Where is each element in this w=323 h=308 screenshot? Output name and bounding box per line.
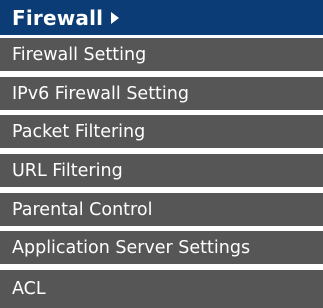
menu-item-label: URL Filtering — [12, 160, 123, 181]
menu-item-label: ACL — [12, 279, 46, 299]
menu-item-label: Firewall Setting — [12, 44, 147, 65]
menu-item-label: Packet Filtering — [12, 121, 146, 142]
menu-item-label: IPv6 Firewall Setting — [12, 83, 189, 104]
menu-item-url-filtering[interactable]: URL Filtering — [0, 154, 323, 187]
firewall-menu: Firewall Firewall Setting IPv6 Firewall … — [0, 0, 323, 308]
triangle-right-icon — [111, 12, 120, 24]
menu-item-acl[interactable]: ACL — [0, 270, 323, 308]
menu-item-label: Parental Control — [12, 199, 153, 220]
menu-item-label: Application Server Settings — [12, 237, 251, 258]
menu-item-parental-control[interactable]: Parental Control — [0, 193, 323, 226]
menu-item-packet-filtering[interactable]: Packet Filtering — [0, 115, 323, 148]
menu-item-application-server-settings[interactable]: Application Server Settings — [0, 231, 323, 264]
menu-item-firewall-setting[interactable]: Firewall Setting — [0, 38, 323, 71]
menu-item-ipv6-firewall-setting[interactable]: IPv6 Firewall Setting — [0, 77, 323, 110]
menu-header-firewall[interactable]: Firewall — [0, 0, 323, 35]
menu-header-label: Firewall — [12, 5, 104, 30]
